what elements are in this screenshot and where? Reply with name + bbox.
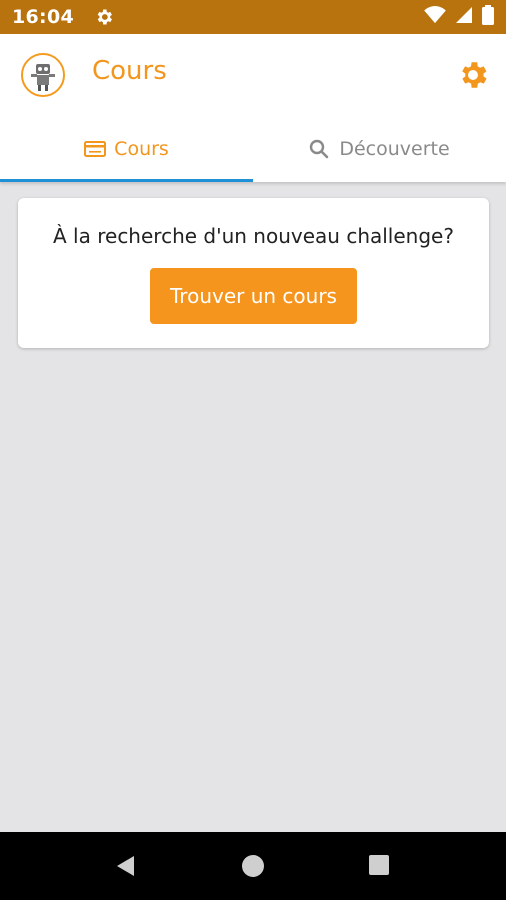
home-icon[interactable]: [242, 855, 264, 877]
settings-gear-icon[interactable]: [456, 58, 490, 92]
gear-icon: [94, 7, 114, 27]
card-icon: [84, 138, 107, 160]
search-icon: [309, 138, 331, 160]
battery-icon: [482, 5, 494, 29]
find-course-button[interactable]: Trouver un cours: [150, 268, 357, 324]
avatar-logo[interactable]: [21, 53, 65, 97]
tab-decouverte[interactable]: Découverte: [253, 116, 506, 182]
tab-bar: Cours Découverte: [0, 116, 506, 182]
system-nav-bar: [0, 832, 506, 900]
card-prompt: À la recherche d'un nouveau challenge?: [53, 224, 454, 248]
tab-label: Découverte: [339, 138, 450, 160]
back-icon[interactable]: [114, 854, 138, 878]
tab-cours[interactable]: Cours: [0, 116, 253, 182]
page-title: Cours: [92, 56, 167, 86]
tab-label: Cours: [114, 138, 169, 160]
app-bar: Cours: [0, 34, 506, 116]
find-course-card: À la recherche d'un nouveau challenge? T…: [18, 198, 489, 348]
signal-icon: [456, 7, 472, 27]
status-bar: 16:04: [0, 0, 506, 34]
recent-apps-icon[interactable]: [369, 855, 389, 875]
status-time: 16:04: [12, 6, 74, 28]
wifi-icon: [424, 6, 446, 28]
